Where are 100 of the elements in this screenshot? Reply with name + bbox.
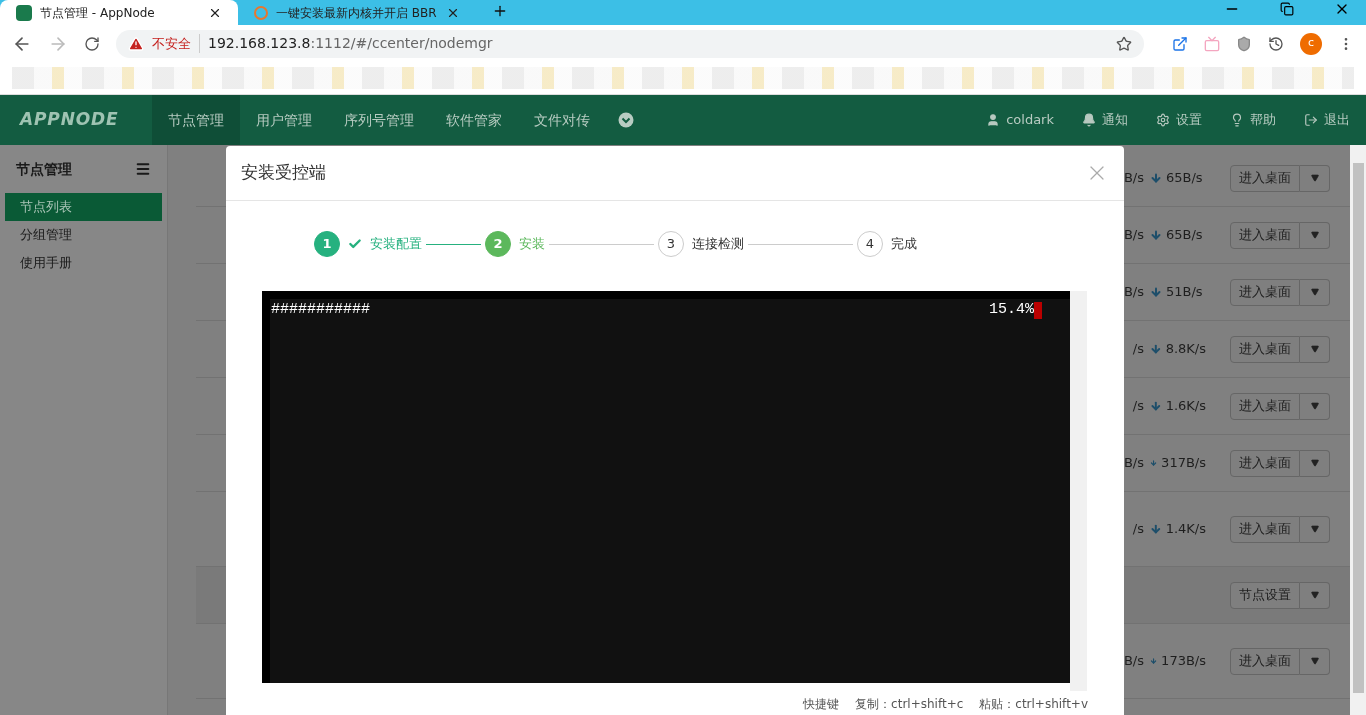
step-number: 4	[857, 231, 883, 257]
user-icon	[986, 113, 1001, 127]
terminal-scrollbar[interactable]	[1070, 291, 1087, 691]
app-logo-icon	[16, 4, 32, 21]
header-menu-item[interactable]: 设置	[1156, 110, 1202, 130]
caret-icon	[1310, 459, 1319, 467]
download-speed: 317B/s	[1161, 454, 1206, 473]
ring-icon	[254, 5, 268, 20]
settings-icon	[1156, 113, 1170, 127]
dropdown-toggle[interactable]	[1300, 449, 1330, 477]
dropdown-toggle[interactable]	[1300, 221, 1330, 249]
url-path: :1112/#/ccenter/nodemgr	[310, 34, 493, 53]
dropdown-toggle[interactable]	[1300, 581, 1330, 609]
row-action-button[interactable]: 进入桌面	[1230, 392, 1300, 420]
upload-speed: /s	[1132, 340, 1144, 359]
history-icon[interactable]	[1268, 35, 1284, 52]
header-menu-item[interactable]: 通知	[1082, 110, 1128, 130]
caret-icon	[1310, 591, 1319, 599]
dropdown-toggle[interactable]	[1300, 647, 1330, 675]
address-bar[interactable]: 不安全 192.168.123.8:1112/#/ccenter/nodemgr	[116, 29, 1144, 58]
download-arrow-icon	[1150, 229, 1162, 241]
url-host: 192.168.123.8	[208, 34, 311, 53]
dropdown-toggle[interactable]	[1300, 392, 1330, 420]
reload-icon[interactable]	[84, 35, 100, 52]
header-menu-item[interactable]: 帮助	[1230, 110, 1276, 130]
dropdown-toggle[interactable]	[1300, 278, 1330, 306]
appnode-logo[interactable]: APPNODE	[0, 95, 152, 145]
download-speed: 8.8K/s	[1165, 340, 1206, 359]
row-action-button[interactable]: 进入桌面	[1230, 278, 1300, 306]
shortcut-hint: 快捷键	[803, 696, 840, 713]
lightbulb-icon	[1230, 113, 1244, 127]
download-speed: 173B/s	[1161, 652, 1206, 671]
row-action-button[interactable]: 进入桌面	[1230, 647, 1300, 675]
step-label: 完成	[891, 235, 917, 254]
step-number: 1	[314, 231, 340, 257]
upload-speed: /s	[1132, 520, 1144, 539]
nav-tab[interactable]: 用户管理	[240, 95, 328, 145]
profile-avatar[interactable]: c	[1300, 32, 1322, 55]
step-number: 3	[658, 231, 684, 257]
bell-icon	[1082, 113, 1096, 127]
caret-icon	[1310, 231, 1319, 239]
row-action-button[interactable]: 进入桌面	[1230, 335, 1300, 363]
download-arrow-icon	[1150, 400, 1162, 412]
bookmark-star-icon[interactable]	[1116, 35, 1132, 52]
upload-speed: B/s	[1123, 226, 1144, 245]
row-action-button[interactable]: 节点设置	[1230, 581, 1300, 609]
row-action-button[interactable]: 进入桌面	[1230, 164, 1300, 192]
download-speed: 65B/s	[1166, 169, 1203, 188]
logout-icon	[1304, 113, 1318, 127]
download-arrow-icon	[1150, 523, 1162, 535]
download-arrow-icon	[1150, 343, 1162, 355]
dropdown-toggle[interactable]	[1300, 164, 1330, 192]
browser-tab[interactable]: 一键安装最新内核并开启 BBR	[238, 0, 476, 25]
download-arrow-icon	[1150, 172, 1162, 184]
download-arrow-icon	[1150, 655, 1158, 667]
dialog-title: 安装受控端	[241, 161, 326, 185]
download-speed: 51B/s	[1166, 283, 1203, 302]
shield-icon[interactable]	[1236, 35, 1252, 52]
nav-tab[interactable]: 节点管理	[152, 95, 240, 145]
nav-tab[interactable]: 软件管家	[430, 95, 518, 145]
download-speed: 65B/s	[1166, 226, 1203, 245]
shortcut-hint: 复制：ctrl+shift+c	[855, 696, 964, 713]
caret-icon	[1310, 657, 1319, 665]
page-scrollbar[interactable]	[1350, 145, 1366, 715]
caret-icon	[1310, 174, 1319, 182]
chevron-circle-icon[interactable]	[618, 112, 634, 128]
download-speed: 1.4K/s	[1165, 520, 1206, 539]
sidebar-item[interactable]: 节点列表	[5, 193, 162, 221]
row-action-button[interactable]: 进入桌面	[1230, 515, 1300, 543]
upload-speed: B/s	[1123, 652, 1144, 671]
caret-icon	[1310, 525, 1319, 533]
warning-icon	[128, 35, 144, 52]
restore-icon[interactable]	[1280, 1, 1294, 16]
caret-icon	[1310, 402, 1319, 410]
upload-speed: /s	[1132, 397, 1144, 416]
sidebar-item[interactable]: 分组管理	[5, 221, 162, 249]
terminal-cursor	[1034, 301, 1042, 319]
nav-tab[interactable]: 文件对传	[518, 95, 606, 145]
new-tab-icon[interactable]	[492, 3, 508, 19]
extension-icon[interactable]	[1172, 35, 1188, 52]
caret-icon	[1310, 288, 1319, 296]
row-action-button[interactable]: 进入桌面	[1230, 449, 1300, 477]
sidebar-item[interactable]: 使用手册	[5, 249, 162, 277]
header-menu-item[interactable]: 退出	[1304, 110, 1350, 130]
download-speed: 1.6K/s	[1165, 397, 1206, 416]
progress-hashes: ###########	[271, 300, 371, 320]
nav-tab[interactable]: 序列号管理	[328, 95, 430, 145]
browser-tab[interactable]: 节点管理 - AppNode	[0, 0, 238, 25]
check-icon	[348, 237, 362, 251]
header-menu-item[interactable]: coldark	[986, 110, 1054, 130]
dropdown-toggle[interactable]	[1300, 515, 1330, 543]
shortcut-hint: 粘贴：ctrl+shift+v	[979, 696, 1088, 713]
sidebar-title: 节点管理	[16, 159, 72, 179]
step-label: 安装配置	[370, 235, 422, 254]
menu-icon[interactable]	[135, 161, 151, 177]
step-label: 连接检测	[692, 235, 744, 254]
dropdown-toggle[interactable]	[1300, 335, 1330, 363]
row-action-button[interactable]: 进入桌面	[1230, 221, 1300, 249]
upload-speed: B/s	[1123, 283, 1144, 302]
step-label: 安装	[519, 235, 545, 254]
